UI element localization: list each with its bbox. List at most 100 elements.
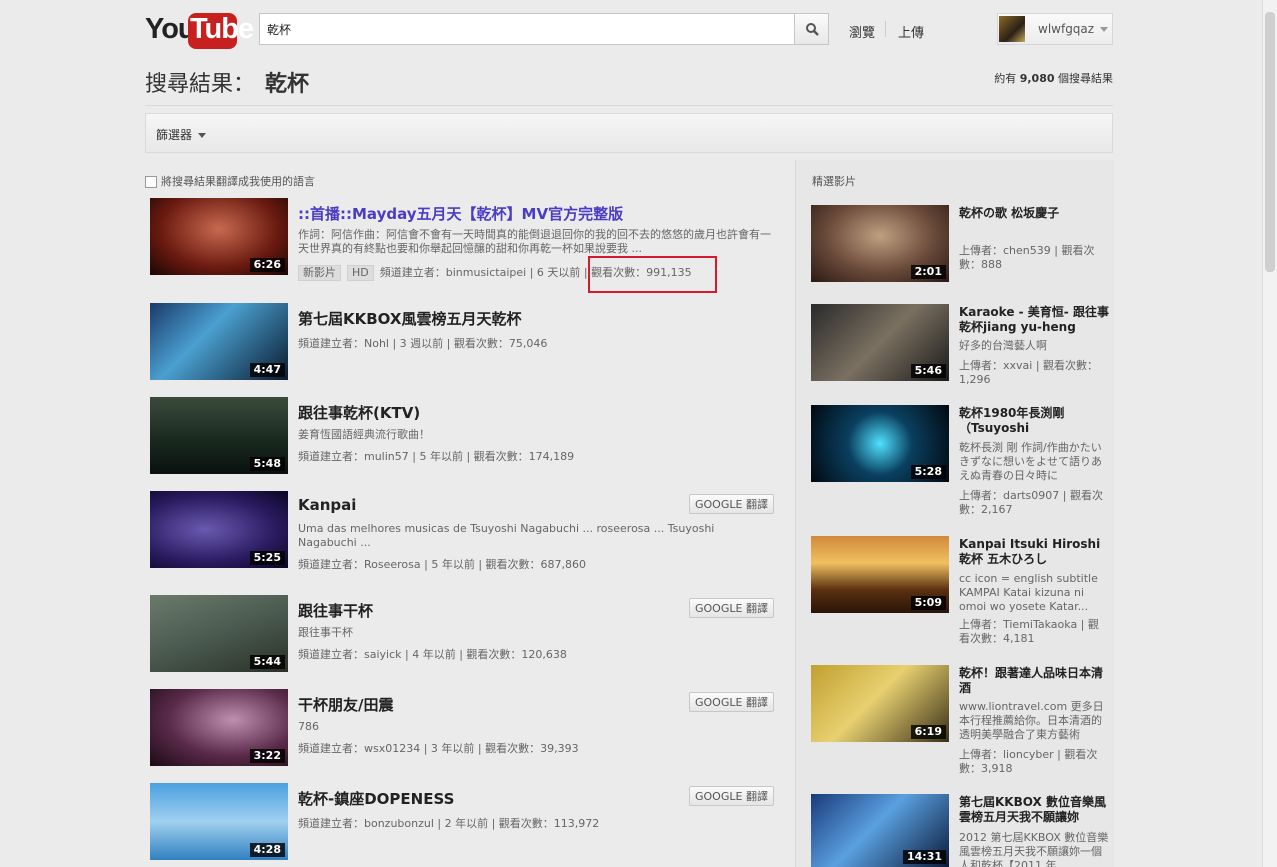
logo-tube-badge: Tube [188,13,254,49]
new-video-badge: 新影片 [298,265,341,281]
logo-tube-text: Tube [190,13,254,45]
video-thumbnail[interactable]: 5:25 [150,491,288,568]
translate-checkbox[interactable] [145,176,157,188]
page-title: 搜尋結果： 乾杯 [145,66,309,98]
featured-meta: 上傳者：darts0907 | 觀看次數：2,167 [959,489,1103,516]
video-thumbnail[interactable]: 5:48 [150,397,288,474]
search-field[interactable] [259,13,795,45]
column-divider [795,160,796,867]
result-count-suffix: 個搜尋結果 [1054,72,1113,85]
browse-link[interactable]: 瀏覽 [849,22,875,41]
video-meta: 頻道建立者：wsx01234 | 3 年以前 | 觀看次數：39,393 [298,742,579,755]
featured-description: www.liontravel.com 更多日本行程推薦給你。日本清酒的透明美學融… [959,700,1104,741]
video-thumbnail[interactable]: 5:09 [811,536,949,613]
result-count-value: 9,080 [1019,72,1055,85]
google-translate-button[interactable]: GOOGLE 翻譯 [689,598,774,618]
chevron-down-icon [198,133,207,138]
filter-label: 篩選器 [156,128,193,142]
featured-description: 2012 第七屆KKBOX 數位音樂風雲榜五月天我不願讓妳一個人和乾杯【2011… [959,831,1109,867]
video-meta: 頻道建立者：mulin57 | 5 年以前 | 觀看次數：174,189 [298,450,575,463]
featured-title-link[interactable]: Kanpai Itsuki Hiroshi 乾杯 五木ひろし [959,537,1109,567]
translate-option[interactable]: 將搜尋結果翻譯成我使用的語言 [145,173,315,189]
upload-link[interactable]: 上傳 [898,22,924,41]
video-title-link[interactable]: 干杯朋友/田震 [298,694,393,715]
featured-description: cc icon = english subtitle KAMPAI Katai … [959,572,1098,613]
video-thumbnail[interactable]: 3:22 [150,689,288,766]
video-description: 作詞：阿信作曲：阿信會不會有一天時間真的能倒退退回你的我的回不去的悠悠的歲月也許… [298,228,771,255]
video-thumbnail[interactable]: 6:26 [150,198,288,275]
video-title-link[interactable]: 乾杯-鎮座DOPENESS [298,788,454,809]
nav-divider [885,21,886,37]
duration-badge: 5:48 [249,457,285,471]
filter-button[interactable]: 篩選器 [156,126,207,143]
video-thumbnail[interactable]: 4:47 [150,303,288,380]
duration-badge: 4:47 [249,363,285,377]
avatar [999,16,1025,42]
featured-title-link[interactable]: 乾杯1980年長渕剛（Tsuyoshi [959,406,1109,436]
duration-badge: 4:28 [249,843,285,857]
duration-badge: 5:28 [910,465,946,479]
search-button[interactable] [794,13,829,45]
user-menu[interactable]: wlwfgqaz [997,13,1113,45]
username: wlwfgqaz [1038,22,1095,36]
search-input[interactable] [260,14,794,44]
featured-description: 好多的台灣藝人啊 [959,339,1047,352]
result-count: 約有 9,080 個搜尋結果 [994,70,1113,86]
video-meta: 頻道建立者：saiyick | 4 年以前 | 觀看次數：120,638 [298,648,567,661]
video-thumbnail[interactable]: 5:46 [811,304,949,381]
video-thumbnail[interactable]: 6:19 [811,665,949,742]
featured-title-link[interactable]: 乾杯の歌 松坂慶子 [959,206,1109,221]
featured-meta: 上傳者：TiemiTakaoka | 觀看次數：4,181 [959,618,1099,645]
duration-badge: 5:44 [249,655,285,669]
featured-title-link[interactable]: Karaoke - 美育恒- 跟往事乾杯jiang yu-heng [959,305,1109,335]
duration-badge: 5:09 [910,596,946,610]
page-title-query: 乾杯 [265,72,310,97]
chevron-down-icon [1100,27,1108,32]
duration-badge: 6:26 [249,258,285,272]
featured-meta: 上傳者：chen539 | 觀看次數：888 [959,244,1095,271]
duration-badge: 6:19 [910,725,946,739]
page-title-prefix: 搜尋結果： [145,72,256,97]
result-count-prefix: 約有 [994,72,1020,85]
featured-title-link[interactable]: 乾杯！跟著達人品味日本清酒 [959,666,1109,696]
featured-meta: 上傳者：lioncyber | 觀看次數：3,918 [959,748,1098,775]
featured-header: 精選影片 [812,175,856,188]
translate-label: 將搜尋結果翻譯成我使用的語言 [161,175,315,188]
duration-badge: 5:25 [249,551,285,565]
hd-badge: HD [347,265,374,281]
video-title-link[interactable]: ::首播::Mayday五月天【乾杯】MV官方完整版 [298,203,623,224]
video-thumbnail[interactable]: 4:28 [150,783,288,860]
video-thumbnail[interactable]: 14:31 [811,794,949,867]
video-description: 786 [298,720,319,733]
filter-bar: 篩選器 [145,113,1113,153]
featured-meta: 上傳者：xxvai | 觀看次數：1,296 [959,359,1099,386]
duration-badge: 3:22 [249,749,285,763]
video-title-link[interactable]: 跟往事乾杯(KTV) [298,402,420,423]
video-thumbnail[interactable]: 2:01 [811,205,949,282]
google-translate-button[interactable]: GOOGLE 翻譯 [689,786,774,806]
google-translate-button[interactable]: GOOGLE 翻譯 [689,494,774,514]
divider [145,105,1113,106]
video-title-link[interactable]: 第七屆KKBOX風雲榜五月天乾杯 [298,308,521,329]
video-description: 跟往事干杯 [298,626,353,639]
page-scrollbar[interactable] [1262,0,1277,867]
video-meta: 頻道建立者：bonzubonzul | 2 年以前 | 觀看次數：113,972 [298,817,600,830]
video-thumbnail[interactable]: 5:28 [811,405,949,482]
duration-badge: 5:46 [910,364,946,378]
youtube-logo[interactable]: You Tube [145,13,254,49]
duration-badge: 2:01 [910,265,946,279]
video-title-link[interactable]: Kanpai [298,496,356,514]
google-translate-button[interactable]: GOOGLE 翻譯 [689,692,774,712]
duration-badge: 14:31 [902,850,946,864]
video-title-link[interactable]: 跟往事干杯 [298,600,373,621]
featured-description: 乾杯長渕 剛 作詞/作曲かたいきずなに想いをよせて語りあえぬ青春の日々時に [959,441,1102,482]
scrollbar-thumb[interactable] [1265,12,1275,272]
video-meta: 頻道建立者：Roseerosa | 5 年以前 | 觀看次數：687,860 [298,558,587,571]
search-icon [806,23,819,36]
highlight-annotation [588,256,717,293]
video-meta: 頻道建立者：Nohl | 3 週以前 | 觀看次數：75,046 [298,337,548,350]
featured-title-link[interactable]: 第七屆KKBOX 數位音樂風雲榜五月天我不願讓妳 [959,795,1109,825]
video-thumbnail[interactable]: 5:44 [150,595,288,672]
video-description: 姜育恆國語經典流行歌曲！ [298,428,430,441]
video-description: Uma das melhores musicas de Tsuyoshi Nag… [298,522,715,549]
